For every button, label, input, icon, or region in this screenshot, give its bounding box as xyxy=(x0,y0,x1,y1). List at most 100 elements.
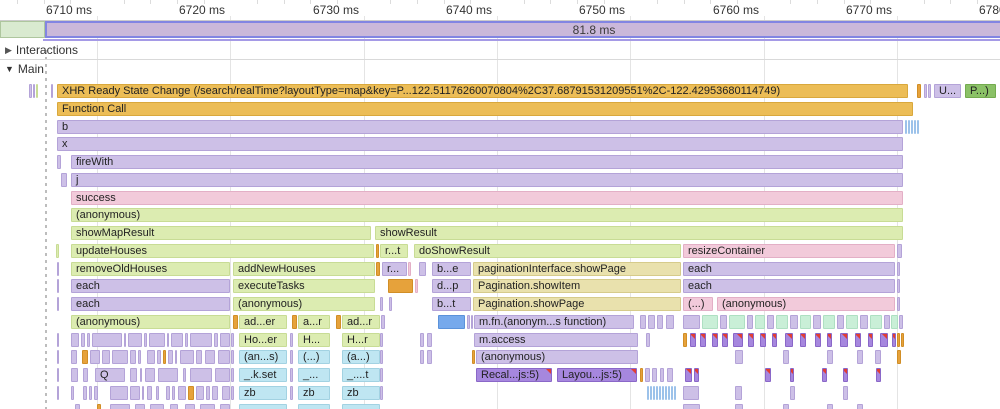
flame-event-sliver[interactable] xyxy=(760,332,766,347)
flame-event-sliver[interactable] xyxy=(57,297,59,311)
flame-event-sliver[interactable] xyxy=(71,368,78,382)
flame-event-bar[interactable]: showResult xyxy=(375,226,903,240)
flame-event-sliver[interactable] xyxy=(57,385,59,400)
flame-event-sliver[interactable] xyxy=(790,314,798,329)
flame-event-sliver[interactable] xyxy=(336,314,341,329)
flame-event-sliver[interactable] xyxy=(899,314,903,329)
flame-event-sliver[interactable] xyxy=(130,385,140,400)
flame-event-bar[interactable]: (anonymous) xyxy=(71,314,230,329)
flame-event-sliver[interactable] xyxy=(81,332,85,347)
flame-event-sliver[interactable] xyxy=(51,84,53,98)
flame-event-sliver[interactable] xyxy=(214,332,218,347)
flame-event-bar[interactable]: Recal...js:5) xyxy=(476,368,552,382)
flame-event-sliver[interactable] xyxy=(178,385,186,400)
flame-event-sliver[interactable] xyxy=(783,350,789,365)
flame-event-sliver[interactable] xyxy=(843,368,848,382)
flame-event-sliver[interactable] xyxy=(659,385,661,400)
flame-event-sliver[interactable] xyxy=(220,332,230,347)
flame-event-sliver[interactable] xyxy=(75,403,80,409)
flame-event-sliver[interactable] xyxy=(71,385,74,400)
flame-event-sliver[interactable] xyxy=(92,332,122,347)
flame-event-sliver[interactable] xyxy=(200,403,215,409)
flame-event-sliver[interactable] xyxy=(102,350,110,365)
flame-chart[interactable]: XHR Ready State Change (/search/realTime… xyxy=(0,0,1000,409)
flame-event-sliver[interactable] xyxy=(917,119,919,134)
flame-event-sliver[interactable] xyxy=(729,314,745,329)
flame-event-sliver[interactable] xyxy=(815,332,821,347)
flame-event-sliver[interactable] xyxy=(665,385,667,400)
flame-event-sliver[interactable] xyxy=(83,385,87,400)
flame-event-sliver[interactable] xyxy=(149,332,165,347)
flame-event-sliver[interactable] xyxy=(231,332,234,347)
flame-event-sliver[interactable] xyxy=(827,403,833,409)
flame-event-sliver[interactable] xyxy=(653,385,655,400)
flame-event-bar[interactable]: (an...s) xyxy=(239,350,287,365)
flame-event-sliver[interactable] xyxy=(683,332,687,347)
flame-event-sliver[interactable] xyxy=(648,314,655,329)
flame-event-bar[interactable]: H... xyxy=(298,332,330,347)
flame-event-sliver[interactable] xyxy=(733,332,743,347)
flame-event-sliver[interactable] xyxy=(823,314,835,329)
flame-event-sliver[interactable] xyxy=(657,314,663,329)
flame-event-sliver[interactable] xyxy=(690,332,696,347)
flame-event-bar[interactable]: _....t xyxy=(342,368,380,382)
flame-event-bar[interactable]: (a...) xyxy=(342,350,380,365)
flame-event-sliver[interactable] xyxy=(735,350,743,365)
flame-event-sliver[interactable] xyxy=(215,368,230,382)
flame-event-bar[interactable]: Pagination.showItem xyxy=(473,279,681,294)
flame-event-sliver[interactable] xyxy=(471,314,473,329)
flame-event-sliver[interactable] xyxy=(700,332,706,347)
flame-event-sliver[interactable] xyxy=(36,84,38,98)
flame-event-bar[interactable]: U... xyxy=(934,84,961,98)
flame-event-bar[interactable]: removeOldHouses xyxy=(71,261,230,276)
flame-event-sliver[interactable] xyxy=(897,350,901,365)
flame-event-sliver[interactable] xyxy=(722,332,728,347)
flame-event-sliver[interactable] xyxy=(884,314,890,329)
flame-event-sliver[interactable] xyxy=(239,403,287,409)
flame-event-sliver[interactable] xyxy=(156,385,159,400)
flame-event-sliver[interactable] xyxy=(683,385,699,400)
flame-event-sliver[interactable] xyxy=(158,368,178,382)
flame-event-bar[interactable]: executeTasks xyxy=(233,279,375,294)
flame-event-sliver[interactable] xyxy=(720,314,727,329)
flame-event-sliver[interactable] xyxy=(144,332,147,347)
flame-event-sliver[interactable] xyxy=(419,261,426,276)
flame-event-sliver[interactable] xyxy=(640,314,646,329)
flame-event-sliver[interactable] xyxy=(772,332,777,347)
flame-event-sliver[interactable] xyxy=(380,368,383,382)
flame-event-bar[interactable]: each xyxy=(683,279,895,294)
flame-event-sliver[interactable] xyxy=(868,332,873,347)
flame-event-sliver[interactable] xyxy=(145,368,155,382)
flame-event-sliver[interactable] xyxy=(901,332,904,347)
flame-event-sliver[interactable] xyxy=(57,155,61,169)
flame-event-sliver[interactable] xyxy=(767,314,774,329)
flame-event-sliver[interactable] xyxy=(640,368,643,382)
flame-event-sliver[interactable] xyxy=(647,385,649,400)
flame-event-sliver[interactable] xyxy=(837,314,844,329)
flame-event-sliver[interactable] xyxy=(87,332,90,347)
flame-event-sliver[interactable] xyxy=(427,332,432,347)
flame-event-sliver[interactable] xyxy=(857,403,863,409)
flame-event-sliver[interactable] xyxy=(389,297,392,311)
flame-event-sliver[interactable] xyxy=(135,403,145,409)
flame-event-sliver[interactable] xyxy=(61,172,67,187)
flame-event-sliver[interactable] xyxy=(57,279,59,294)
flame-event-sliver[interactable] xyxy=(157,350,161,365)
flame-event-sliver[interactable] xyxy=(376,261,380,276)
flame-event-bar[interactable]: b...e xyxy=(432,261,471,276)
flame-event-sliver[interactable] xyxy=(110,403,130,409)
flame-event-bar[interactable]: (anonymous) xyxy=(717,297,895,311)
flame-event-sliver[interactable] xyxy=(420,332,424,347)
flame-event-sliver[interactable] xyxy=(914,119,916,134)
flame-event-sliver[interactable] xyxy=(57,261,59,276)
flame-event-sliver[interactable] xyxy=(928,84,931,98)
flame-event-sliver[interactable] xyxy=(694,368,699,382)
flame-event-sliver[interactable] xyxy=(140,368,142,382)
flame-event-sliver[interactable] xyxy=(822,368,827,382)
flame-event-sliver[interactable] xyxy=(167,332,169,347)
flame-event-bar[interactable]: ad...er xyxy=(239,314,287,329)
flame-event-bar[interactable]: doShowResult xyxy=(414,243,681,258)
flame-event-sliver[interactable] xyxy=(172,385,175,400)
flame-event-sliver[interactable] xyxy=(130,368,137,382)
flame-event-sliver[interactable] xyxy=(668,385,670,400)
